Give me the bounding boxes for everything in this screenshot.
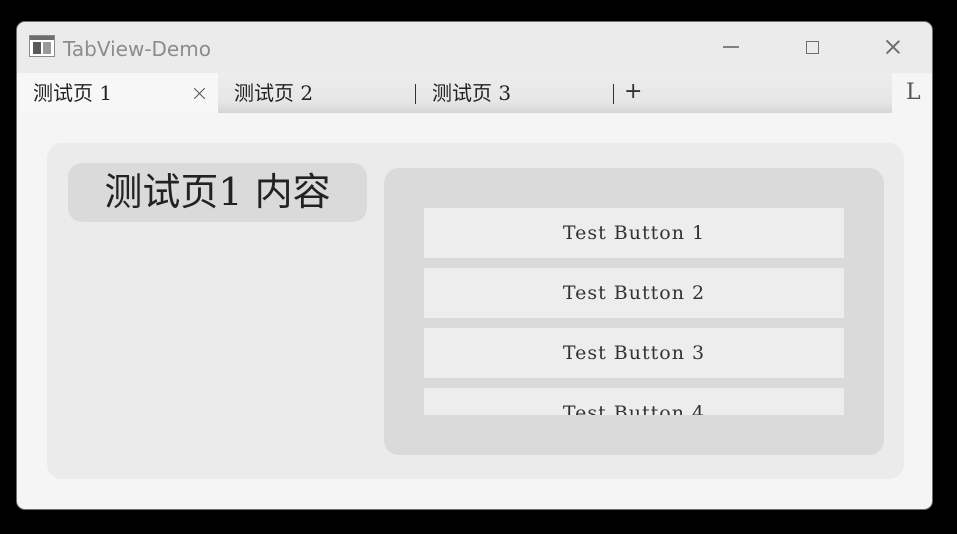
tab-close-icon[interactable] [193,87,206,100]
tab-1[interactable]: 测试页 1 [17,73,218,113]
tab-menu-button[interactable]: L [906,80,921,106]
tab-2-label: 测试页 2 [234,81,314,105]
app-icon [29,35,55,57]
button-list-viewport[interactable]: Test Button 1 Test Button 2 Test Button … [424,208,844,415]
button-panel: Test Button 1 Test Button 2 Test Button … [384,168,884,455]
close-icon [884,38,902,56]
test-button-1[interactable]: Test Button 1 [424,208,844,258]
close-window-button[interactable] [869,32,917,62]
app-window: TabView-Demo 测试页 1 测试页 2 测试页 3 + L 测试页1 … [16,21,933,510]
tab-1-label: 测试页 1 [33,81,113,105]
app-icon-left-pane [33,42,41,54]
test-button-2[interactable]: Test Button 2 [424,268,844,318]
tab-bar: 测试页 1 测试页 2 测试页 3 + L [17,73,932,113]
title-bar[interactable]: TabView-Demo [17,22,932,73]
maximize-button[interactable] [788,32,836,62]
minimize-button[interactable] [707,32,755,62]
app-icon-bar [30,36,54,40]
test-button-3[interactable]: Test Button 3 [424,328,844,378]
window-title: TabView-Demo [63,37,211,61]
test-button-4[interactable]: Test Button 4 [424,388,844,415]
app-icon-right-pane [43,42,51,54]
minimize-icon [723,46,739,48]
tab-content-title: 测试页1 内容 [68,163,367,222]
tab-3-label: 测试页 3 [432,81,512,105]
add-tab-button[interactable]: + [614,73,892,113]
tab-content-area: 测试页1 内容 Test Button 1 Test Button 2 Test… [47,143,904,479]
maximize-icon [805,40,819,54]
add-tab-icon: + [624,79,643,104]
tab-3[interactable]: 测试页 3 [416,73,614,113]
tab-2[interactable]: 测试页 2 [218,73,416,113]
